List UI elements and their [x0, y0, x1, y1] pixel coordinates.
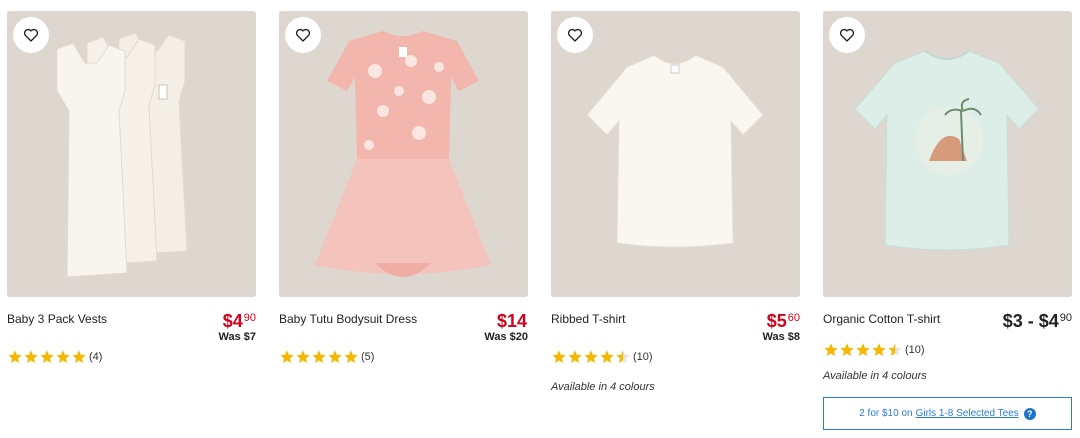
review-count: (10) — [905, 344, 925, 356]
product-name[interactable]: Baby 3 Pack Vests — [7, 312, 107, 326]
product-price: $3 - $490 — [1003, 309, 1072, 331]
star-icon — [840, 343, 854, 356]
heart-outline-icon — [295, 28, 311, 42]
star-icon — [8, 350, 22, 363]
product-image[interactable] — [7, 11, 256, 297]
review-count: (5) — [361, 351, 375, 363]
was-price: Was $8 — [762, 331, 800, 343]
rating[interactable]: (10) — [823, 341, 925, 359]
heart-outline-icon — [567, 28, 583, 42]
star-rating — [279, 349, 359, 365]
star-rating — [551, 349, 631, 365]
product-price: $490 Was $7 — [218, 309, 256, 344]
star-icon — [312, 350, 326, 363]
star-icon — [72, 350, 86, 363]
vests-image — [7, 11, 256, 297]
was-price: Was $20 — [484, 331, 528, 343]
product-grid: Baby 3 Pack Vests $490 Was $7 (4) Baby T… — [7, 11, 1073, 438]
star-icon — [888, 343, 902, 356]
favourite-button[interactable] — [285, 17, 321, 53]
star-icon — [568, 350, 582, 363]
star-icon — [344, 350, 358, 363]
product-name[interactable]: Baby Tutu Bodysuit Dress — [279, 312, 417, 326]
product-card[interactable]: Ribbed T-shirt $560 Was $8 (10) Availabl… — [551, 11, 800, 438]
sale-price: $560 — [766, 311, 800, 331]
product-price: $560 Was $8 — [762, 309, 800, 344]
sale-price: $14 — [496, 311, 527, 331]
star-rating — [7, 349, 87, 365]
star-icon — [56, 350, 70, 363]
favourite-button[interactable] — [13, 17, 49, 53]
rating[interactable]: (5) — [279, 348, 374, 366]
star-icon — [600, 350, 614, 363]
product-name[interactable]: Organic Cotton T-shirt — [823, 312, 940, 326]
promo-banner[interactable]: 2 for $10 on Girls 1-8 Selected Tees ? — [823, 397, 1072, 430]
star-icon — [40, 350, 54, 363]
product-image[interactable] — [551, 11, 800, 297]
tutu-dress-image — [279, 11, 528, 297]
star-icon — [280, 350, 294, 363]
question-circle-icon[interactable]: ? — [1023, 407, 1036, 420]
price-range: $3 - $490 — [1002, 311, 1072, 331]
star-icon — [872, 343, 886, 356]
promo-link[interactable]: Girls 1-8 Selected Tees — [916, 408, 1019, 419]
product-name[interactable]: Ribbed T-shirt — [551, 312, 625, 326]
heart-outline-icon — [23, 28, 39, 42]
star-icon — [328, 350, 342, 363]
product-image[interactable] — [279, 11, 528, 297]
star-icon — [552, 350, 566, 363]
organic-tshirt-image — [823, 11, 1072, 297]
was-price: Was $7 — [218, 331, 256, 343]
rating[interactable]: (10) — [551, 348, 653, 366]
product-price: $14 Was $20 — [484, 309, 528, 344]
rating[interactable]: (4) — [7, 348, 102, 366]
star-rating — [823, 342, 903, 358]
colours-note: Available in 4 colours — [823, 370, 927, 382]
star-icon — [296, 350, 310, 363]
star-icon — [24, 350, 38, 363]
product-card[interactable]: Organic Cotton T-shirt $3 - $490 (10) Av… — [823, 11, 1072, 438]
favourite-button[interactable] — [829, 17, 865, 53]
product-image[interactable] — [823, 11, 1072, 297]
colours-note: Available in 4 colours — [551, 381, 655, 393]
star-icon — [616, 350, 630, 363]
heart-outline-icon — [839, 28, 855, 42]
product-card[interactable]: Baby 3 Pack Vests $490 Was $7 (4) — [7, 11, 256, 438]
review-count: (10) — [633, 351, 653, 363]
ribbed-tshirt-image — [551, 11, 800, 297]
review-count: (4) — [89, 351, 103, 363]
product-card[interactable]: Baby Tutu Bodysuit Dress $14 Was $20 (5) — [279, 11, 528, 438]
star-icon — [824, 343, 838, 356]
promo-text: 2 for $10 on — [859, 408, 913, 419]
star-icon — [584, 350, 598, 363]
star-icon — [856, 343, 870, 356]
sale-price: $490 — [222, 311, 256, 331]
favourite-button[interactable] — [557, 17, 593, 53]
